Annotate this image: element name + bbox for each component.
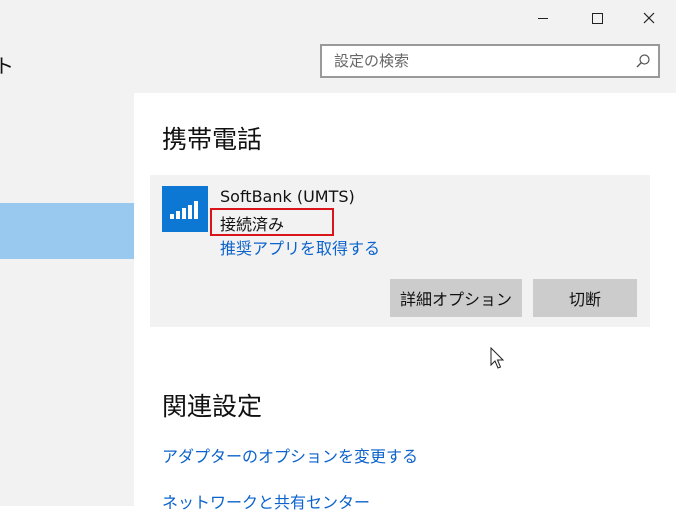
title-bar [0, 0, 676, 36]
section-title: 携帯電話 [162, 125, 263, 154]
minimize-icon [538, 18, 548, 19]
change-adapter-options-link[interactable]: アダプターのオプションを変更する [162, 443, 418, 467]
related-settings-title: 関連設定 [162, 392, 263, 421]
disconnect-button[interactable]: 切断 [533, 279, 637, 317]
cellular-network-card[interactable]: SoftBank (UMTS) 接続済み 推奨アプリを取得する 詳細オプション … [150, 175, 650, 327]
maximize-icon [592, 13, 603, 24]
search-box[interactable] [320, 44, 660, 78]
advanced-options-button[interactable]: 詳細オプション [390, 279, 522, 317]
sidebar-item-cellular[interactable] [0, 203, 134, 259]
minimize-button[interactable] [520, 0, 566, 36]
network-status: 接続済み [220, 215, 285, 234]
cellular-signal-icon [162, 186, 208, 232]
search-input[interactable] [322, 46, 628, 76]
page-title: ト [0, 54, 14, 78]
close-icon [643, 12, 655, 24]
search-icon[interactable] [628, 46, 658, 76]
main-content: 携帯電話 SoftBank (UMTS) 接続済み 推奨アプリを取得する 詳細オ… [134, 93, 676, 512]
close-button[interactable] [626, 0, 672, 36]
get-recommended-app-link[interactable]: 推奨アプリを取得する [220, 235, 380, 259]
maximize-button[interactable] [574, 0, 620, 36]
network-sharing-center-link[interactable]: ネットワークと共有センター [162, 489, 370, 513]
settings-header: ト [0, 36, 676, 93]
mouse-cursor-icon [490, 347, 505, 369]
sidebar [0, 93, 134, 506]
network-name: SoftBank (UMTS) [220, 187, 355, 206]
